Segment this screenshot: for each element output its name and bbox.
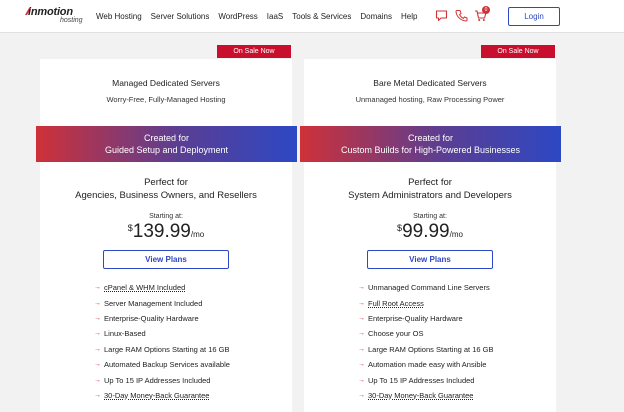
price-amount: 99.99 [402, 221, 450, 242]
perfect-for-label: Perfect for [408, 177, 452, 188]
feature-item: → Automation made easy with Ansible [358, 360, 487, 370]
price-period: /mo [449, 230, 463, 239]
price-period: /mo [190, 230, 205, 239]
audience-text: System Administrators and Developers [348, 190, 512, 201]
arrow-icon: → [358, 361, 365, 369]
arrow-icon: → [94, 330, 101, 338]
starting-at-label: Starting at: [413, 213, 447, 220]
feature-item: → 30-Day Money-Back Guarantee [94, 390, 210, 400]
created-for-text: Guided Setup and Deployment [104, 145, 229, 155]
login-button[interactable]: Login [508, 7, 560, 26]
nav-help[interactable]: Help [401, 12, 417, 21]
on-sale-badge: On Sale Now [217, 45, 291, 58]
created-for-banner: Created for Guided Setup and Deployment [36, 126, 297, 162]
nav-domains[interactable]: Domains [360, 12, 392, 21]
created-for-text: Custom Builds for High-Powered Businesse… [340, 145, 521, 155]
feature-item: → Unmanaged Command Line Servers [358, 283, 490, 293]
chat-icon[interactable] [435, 9, 448, 22]
arrow-icon: → [94, 284, 101, 292]
arrow-icon: → [358, 345, 365, 353]
created-for-label: Created for [407, 133, 454, 143]
feature-item: → Enterprise-Quality Hardware [358, 313, 463, 323]
feature-item: → Automated Backup Services available [94, 360, 230, 370]
plan-subtitle: Unmanaged hosting, Raw Processing Power [355, 95, 505, 104]
nav-iaas[interactable]: IaaS [267, 12, 283, 21]
plan-title: Bare Metal Dedicated Servers [373, 78, 487, 88]
inmotion-logo[interactable]: inmotion hosting [24, 6, 92, 28]
arrow-icon: → [94, 299, 101, 307]
perfect-for-label: Perfect for [144, 177, 188, 188]
feature-item: → Server Management Included [94, 298, 203, 308]
arrow-icon: → [94, 314, 101, 322]
plan-card-bare-metal: Bare Metal Dedicated Servers Unmanaged h… [304, 59, 556, 412]
plan-subtitle: Worry-Free, Fully-Managed Hosting [106, 95, 226, 104]
price-currency: $ [127, 223, 133, 233]
audience-text: Agencies, Business Owners, and Resellers [75, 190, 257, 201]
starting-at-label: Starting at: [149, 213, 183, 220]
feature-item: → 30-Day Money-Back Guarantee [358, 390, 474, 400]
created-for-banner: Created for Custom Builds for High-Power… [300, 126, 561, 162]
arrow-icon: → [358, 284, 365, 292]
arrow-icon: → [94, 361, 101, 369]
feature-item: → Full Root Access [358, 298, 424, 308]
feature-item: → Choose your OS [358, 329, 424, 339]
arrow-icon: → [358, 330, 365, 338]
feature-list: → Unmanaged Command Line Servers → Full Ro… [358, 280, 493, 403]
plan-audience: Perfect for Agencies, Business Owners, a… [40, 176, 292, 202]
view-plans-button[interactable]: View Plans [103, 250, 229, 269]
price-currency: $ [397, 223, 403, 233]
feature-item: → Up To 15 IP Addresses Included [358, 375, 475, 385]
phone-icon[interactable] [455, 9, 468, 22]
arrow-icon: → [94, 391, 101, 399]
cart-count-badge: 0 [482, 6, 490, 14]
nav-web-hosting[interactable]: Web Hosting [96, 12, 142, 21]
plan-price: $99.99/mo [304, 221, 556, 243]
arrow-icon: → [358, 314, 365, 322]
arrow-icon: → [358, 376, 365, 384]
arrow-icon: → [358, 391, 365, 399]
feature-item: → Large RAM Options Starting at 16 GB [358, 344, 494, 354]
feature-item: → Enterprise-Quality Hardware [94, 313, 199, 323]
plan-card-managed: Managed Dedicated Servers Worry-Free, Fu… [40, 59, 292, 412]
plan-title: Managed Dedicated Servers [112, 78, 220, 88]
arrow-icon: → [94, 345, 101, 353]
feature-item: → Up To 15 IP Addresses Included [94, 375, 211, 385]
plan-audience: Perfect for System Administrators and De… [304, 176, 556, 202]
plan-price: $139.99/mo [40, 221, 292, 243]
price-amount: 139.99 [132, 221, 191, 242]
nav-tools-services[interactable]: Tools & Services [292, 12, 351, 21]
arrow-icon: → [358, 299, 365, 307]
created-for-label: Created for [143, 133, 190, 143]
feature-list: → cPanel & WHM Included → Server Managemen… [94, 280, 230, 403]
arrow-icon: → [94, 376, 101, 384]
feature-item: → cPanel & WHM Included [94, 283, 186, 293]
logo-subtext: hosting [60, 17, 83, 24]
site-header: inmotion hosting Web Hosting Server Solu… [0, 0, 624, 33]
feature-item: → Large RAM Options Starting at 16 GB [94, 344, 230, 354]
feature-item: → Linux-Based [94, 329, 146, 339]
nav-server-solutions[interactable]: Server Solutions [151, 12, 210, 21]
nav-wordpress[interactable]: WordPress [218, 12, 257, 21]
on-sale-badge: On Sale Now [481, 45, 555, 58]
view-plans-button[interactable]: View Plans [367, 250, 493, 269]
main-nav: Web Hosting Server Solutions WordPress I… [96, 0, 426, 33]
